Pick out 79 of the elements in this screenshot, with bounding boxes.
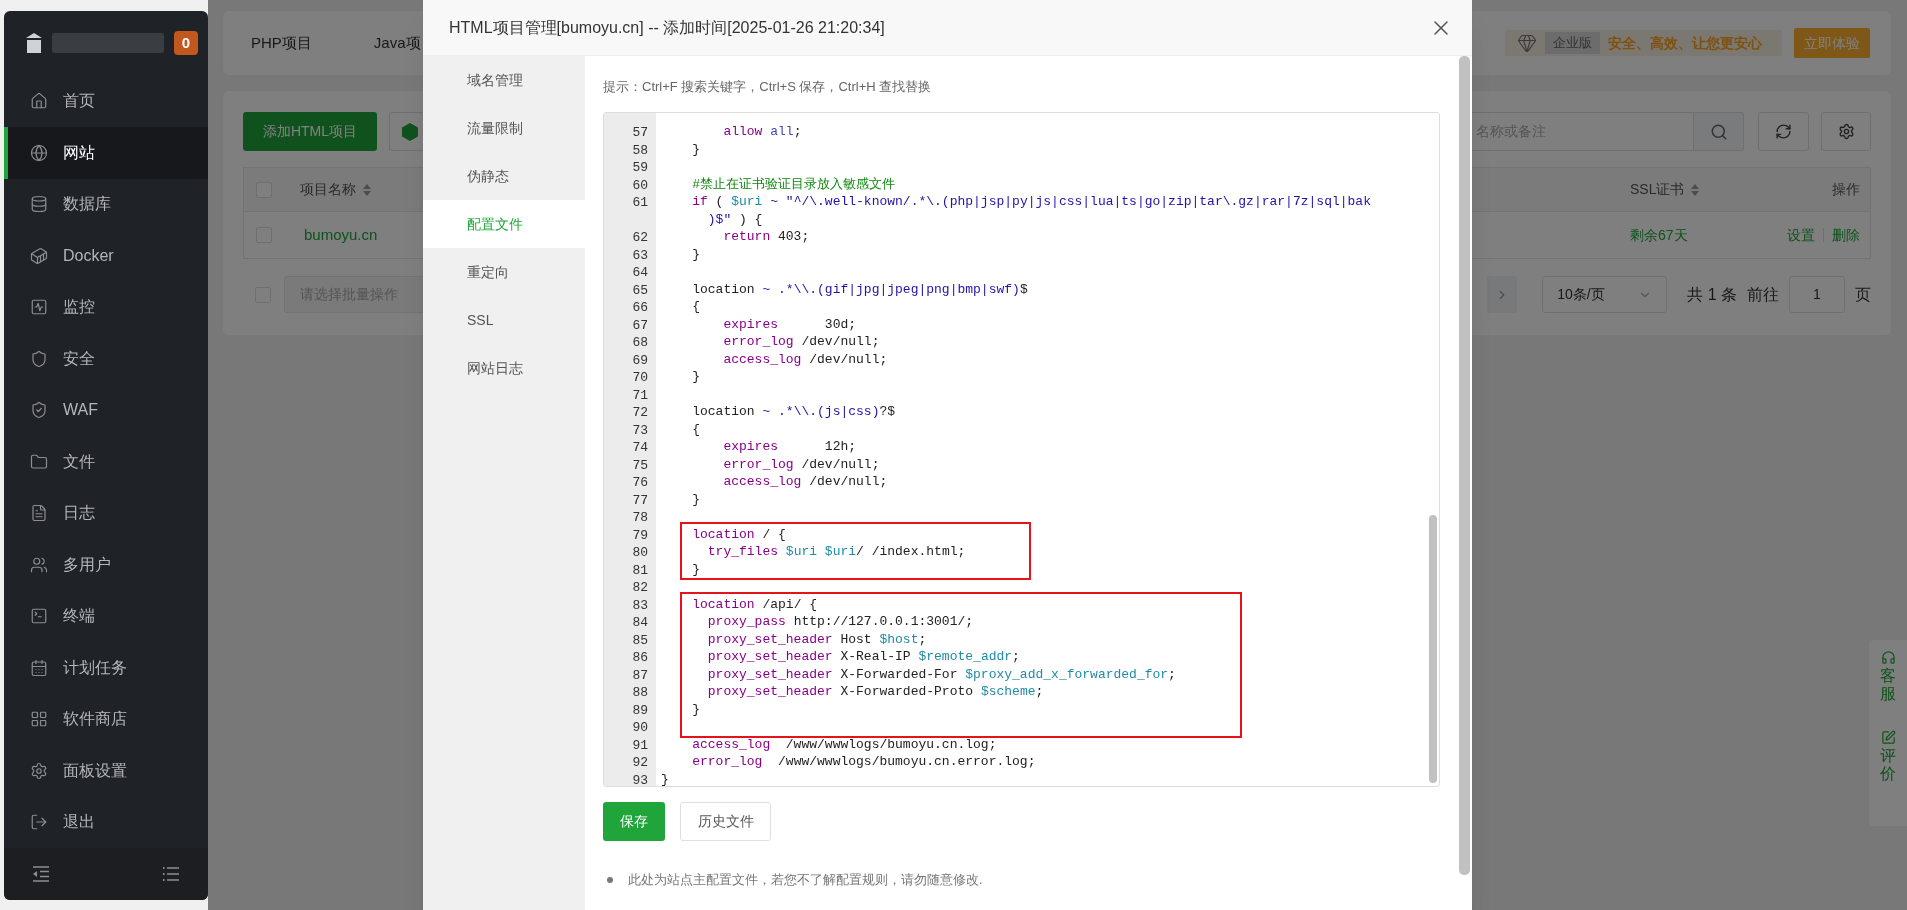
line-number: 83 bbox=[632, 597, 648, 613]
line-number: 84 bbox=[632, 615, 648, 630]
line-number: 78 bbox=[632, 510, 648, 525]
code-line: error_log /dev/null; bbox=[722, 455, 880, 473]
code-line: access_log /www/wwwlogs/bumoyu.cn.log; bbox=[691, 735, 997, 753]
line-number: 91 bbox=[632, 737, 648, 753]
line-number: 80 bbox=[632, 545, 648, 560]
line-number: 73 bbox=[632, 422, 648, 438]
code-line: } bbox=[691, 490, 700, 508]
line-number: 70 bbox=[632, 370, 648, 385]
code-line: { bbox=[691, 298, 700, 316]
code-line: access_log /dev/null; bbox=[722, 473, 888, 491]
dialog-title: HTML项目管理[bumoyu.cn] -- 添加时间[2025-01-26 21:20:34] bbox=[449, 17, 885, 38]
code-line: try_files $uri $uri/ /index.html; bbox=[706, 543, 966, 561]
code-line: location /api/ { bbox=[691, 595, 818, 613]
line-number: 72 bbox=[632, 405, 648, 420]
code-line: expires 12h; bbox=[722, 438, 857, 456]
line-number: 86 bbox=[632, 650, 648, 665]
line-number: 68 bbox=[632, 335, 648, 350]
ssl-remaining: 剩余67天 bbox=[1630, 226, 1688, 243]
promo-slogan: 安全、高效、让您更安心 bbox=[1608, 33, 1762, 53]
line-number: 89 bbox=[632, 702, 648, 718]
code-line: #禁止在证书验证目录放入敏感文件 bbox=[691, 175, 895, 193]
line-number: 87 bbox=[632, 667, 648, 683]
line-number: 76 bbox=[632, 475, 648, 490]
code-line: } bbox=[691, 560, 700, 578]
line-number: 60 bbox=[632, 177, 648, 193]
line-number: 57 bbox=[632, 125, 648, 140]
line-number: 61 bbox=[632, 195, 648, 210]
line-number: 59 bbox=[632, 160, 648, 175]
line-number: 58 bbox=[632, 142, 648, 158]
line-number: 74 bbox=[632, 440, 648, 455]
edition-label: 企业版 bbox=[1545, 32, 1600, 54]
line-number: 81 bbox=[632, 562, 648, 578]
code-line: proxy_set_header Host $host; bbox=[706, 630, 927, 648]
code-line: allow all; bbox=[722, 123, 802, 141]
code-line: error_log /www/wwwlogs/bumoyu.cn.error.log; bbox=[691, 753, 1036, 771]
code-line: location / { bbox=[691, 525, 786, 543]
code-line: )$" ) { bbox=[706, 210, 763, 228]
code-line: } bbox=[691, 368, 700, 386]
code-line: } bbox=[661, 770, 669, 786]
code-line: error_log /dev/null; bbox=[722, 333, 880, 351]
column-header: 操作 bbox=[1832, 180, 1860, 199]
code-line: proxy_set_header X-Forwarded-For $proxy_add_x_forwarded_for; bbox=[706, 665, 1176, 683]
code-line: location ~ .*\\.(js|css)?$ bbox=[691, 403, 896, 421]
line-number: 65 bbox=[632, 282, 648, 298]
line-number: 92 bbox=[632, 755, 648, 770]
line-number: 62 bbox=[632, 230, 648, 245]
line-number: 88 bbox=[632, 685, 648, 700]
code-line: proxy_pass http://127.0.0.1:3001/; bbox=[706, 613, 974, 631]
code-line: proxy_set_header X-Forwarded-Proto $scheme; bbox=[706, 683, 1044, 701]
line-number: 64 bbox=[632, 265, 648, 280]
code-line: } bbox=[691, 140, 700, 158]
line-number: 69 bbox=[632, 352, 648, 368]
line-number: 93 bbox=[632, 772, 648, 786]
page-suffix: 页 bbox=[1855, 284, 1871, 305]
line-number: 77 bbox=[632, 492, 648, 508]
line-number: 67 bbox=[632, 317, 648, 333]
code-line: if ( $uri ~ "^/\.well-known/.*\.(php|jsp|py|js|css|lua|ts|go|zip|tar\.gz|rar|7z|sql|bak bbox=[691, 193, 1371, 211]
line-number: 90 bbox=[632, 720, 648, 735]
code-line: return 403; bbox=[722, 228, 810, 246]
line-number: 75 bbox=[632, 457, 648, 473]
line-number: 85 bbox=[632, 632, 648, 648]
line-number: 66 bbox=[632, 300, 648, 315]
code-line: { bbox=[691, 420, 700, 438]
code-line: location ~ .*\\.(gif|jpg|jpeg|png|bmp|swf)$ bbox=[691, 280, 1028, 298]
code-line: access_log /dev/null; bbox=[722, 350, 888, 368]
code-line: } bbox=[691, 700, 700, 718]
config-note: 此处为站点主配置文件，若您不了解配置规则，请勿随意修改. bbox=[628, 871, 983, 889]
code-line: expires 30d; bbox=[722, 315, 857, 333]
goto-label: 前往 bbox=[1747, 284, 1779, 305]
line-number: 71 bbox=[632, 387, 648, 403]
editor-hint: 提示：Ctrl+F 搜索关键字，Ctrl+S 保存，Ctrl+H 查找替换 bbox=[603, 78, 933, 96]
total-count: 共 1 条 bbox=[1687, 284, 1737, 305]
code-line: } bbox=[691, 245, 700, 263]
line-number: 82 bbox=[632, 580, 648, 595]
line-number: 79 bbox=[632, 527, 648, 543]
code-line: proxy_set_header X-Real-IP $remote_addr; bbox=[706, 648, 1020, 666]
line-number: 63 bbox=[632, 247, 648, 263]
